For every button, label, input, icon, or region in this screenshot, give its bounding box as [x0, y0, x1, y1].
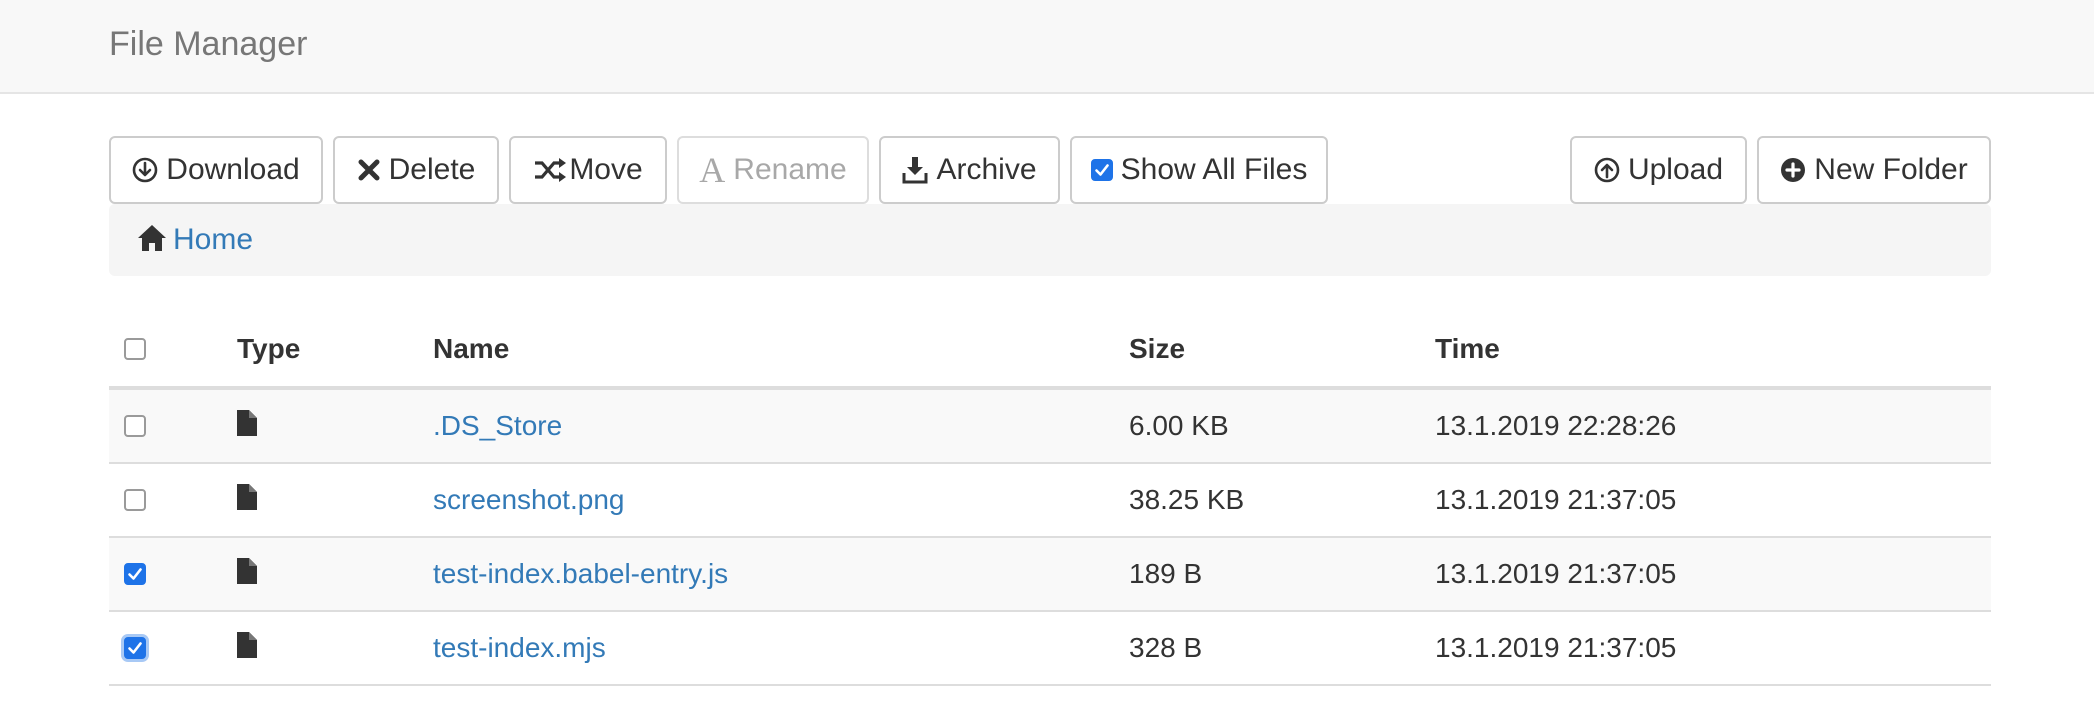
show-all-files-checkbox[interactable]: [1090, 159, 1113, 181]
file-time: 13.1.2019 22:28:26: [1435, 410, 1677, 441]
upload-circle-icon: [1594, 157, 1620, 183]
file-time: 13.1.2019 21:37:05: [1435, 484, 1677, 515]
rename-label: Rename: [733, 153, 847, 186]
file-time: 13.1.2019 21:37:05: [1435, 558, 1677, 589]
file-icon: [237, 631, 257, 665]
table-row[interactable]: test-index.babel-entry.js 189 B 13.1.201…: [109, 538, 1991, 612]
file-icon: [237, 409, 257, 443]
move-label: Move: [569, 153, 643, 186]
file-size: 189 B: [1129, 558, 1203, 589]
delete-label: Delete: [388, 153, 476, 186]
home-icon: [137, 224, 167, 257]
table-row[interactable]: .DS_Store 6.00 KB 13.1.2019 22:28:26: [109, 390, 1991, 464]
file-size: 6.00 KB: [1129, 410, 1229, 441]
header-name[interactable]: Name: [433, 312, 509, 386]
file-size: 328 B: [1129, 632, 1203, 663]
header-size[interactable]: Size: [1129, 312, 1185, 386]
shuffle-icon: [533, 158, 567, 182]
file-name-link[interactable]: test-index.mjs: [433, 632, 606, 664]
row-checkbox[interactable]: [124, 415, 146, 437]
download-tray-icon: [902, 156, 928, 184]
navbar: File Manager: [0, 0, 2094, 94]
table-header: Type Name Size Time: [109, 312, 1991, 390]
row-checkbox[interactable]: [124, 563, 146, 585]
font-icon: A: [699, 150, 726, 190]
app-title[interactable]: File Manager: [109, 22, 307, 66]
file-icon: [237, 483, 257, 517]
breadcrumb: Home: [109, 204, 1991, 276]
table-row[interactable]: screenshot.png 38.25 KB 13.1.2019 21:37:…: [109, 464, 1991, 538]
archive-button[interactable]: Archive: [879, 136, 1060, 204]
row-checkbox[interactable]: [124, 637, 146, 659]
table-row[interactable]: test-index.mjs 328 B 13.1.2019 21:37:05: [109, 612, 1991, 686]
delete-button[interactable]: Delete: [333, 136, 499, 204]
breadcrumb-home-link[interactable]: Home: [173, 223, 253, 257]
new-folder-button[interactable]: New Folder: [1757, 136, 1991, 204]
close-icon: [357, 158, 381, 182]
plus-circle-icon: [1780, 157, 1806, 183]
file-icon: [237, 557, 257, 591]
show-all-files-label: Show All Files: [1120, 153, 1308, 186]
select-all-checkbox[interactable]: [124, 338, 146, 360]
header-time[interactable]: Time: [1435, 312, 1500, 386]
row-checkbox[interactable]: [124, 489, 146, 511]
show-all-files-toggle[interactable]: Show All Files: [1070, 136, 1328, 204]
download-button[interactable]: Download: [109, 136, 323, 204]
archive-label: Archive: [936, 153, 1037, 186]
file-name-link[interactable]: test-index.babel-entry.js: [433, 558, 728, 590]
file-size: 38.25 KB: [1129, 484, 1245, 515]
rename-button[interactable]: A Rename: [677, 136, 869, 204]
upload-button[interactable]: Upload: [1570, 136, 1747, 204]
new-folder-label: New Folder: [1814, 153, 1968, 186]
file-time: 13.1.2019 21:37:05: [1435, 632, 1677, 663]
file-table: Type Name Size Time .DS_Store 6.00 KB 13…: [109, 312, 1991, 686]
file-name-link[interactable]: .DS_Store: [433, 410, 562, 442]
upload-label: Upload: [1627, 153, 1724, 186]
move-button[interactable]: Move: [509, 136, 667, 204]
download-label: Download: [166, 153, 300, 186]
header-type[interactable]: Type: [237, 312, 300, 386]
download-circle-icon: [132, 157, 158, 183]
file-name-link[interactable]: screenshot.png: [433, 484, 624, 516]
